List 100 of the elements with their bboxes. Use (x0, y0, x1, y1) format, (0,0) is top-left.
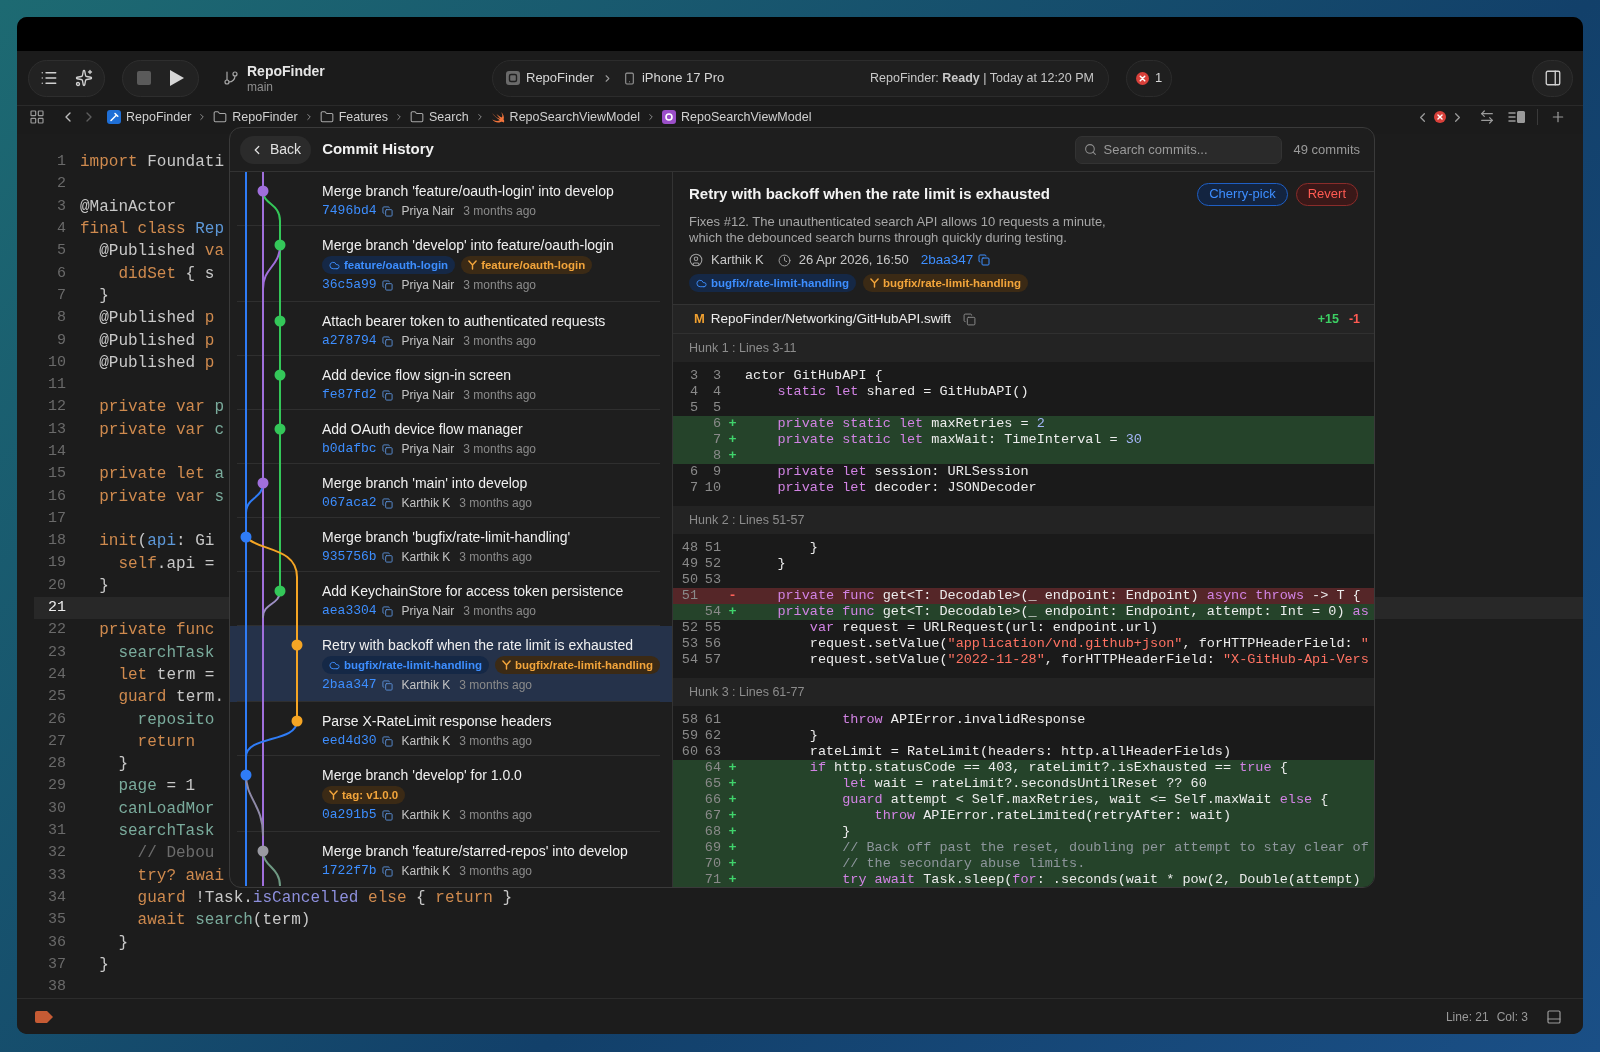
commit-hash: 2baa347 (920, 250, 974, 269)
line-number: 3 (56, 197, 66, 216)
folder-icon (319, 110, 334, 124)
line-number: 37 (47, 955, 66, 974)
search-field[interactable]: Search commits... (1074, 135, 1282, 164)
commit-hash: 935756b (322, 548, 377, 567)
breadcrumb-item[interactable]: RepoSearchViewModel (681, 109, 812, 125)
ref-name: tag: v1.0.0 (342, 788, 399, 802)
list-icon[interactable] (40, 69, 58, 87)
commit-time: 3 months ago (463, 277, 536, 294)
breadcrumb-item[interactable]: RepoFinder (126, 109, 192, 125)
commit-row[interactable]: Parse X-RateLimit response headers eed4d30 Karthik K 3 months ago (230, 702, 672, 756)
diff-sign: + (728, 808, 737, 824)
sparkle-icon[interactable] (75, 69, 93, 87)
code-line: init(api: Gi (99, 531, 215, 553)
cloud-icon (329, 659, 340, 671)
line-number: 22 (47, 621, 66, 640)
commit-row[interactable]: Merge branch 'bugfix/rate-limit-handling' 935756b Karthik K 3 months ago (230, 518, 672, 572)
commit-row[interactable]: Attach bearer token to authenticated requests a278794 Priya Nair 3 months ago (230, 302, 672, 356)
device-name[interactable]: iPhone 17 Pro (641, 68, 725, 88)
commit-row[interactable]: Add OAuth device flow manager b0dafbc Priya Nair 3 months ago (230, 410, 672, 464)
code-line: var request = URLRequest(url: endpoint.url) (809, 618, 1159, 637)
code-line: private var s (99, 486, 225, 508)
copy-icon[interactable] (962, 312, 976, 326)
commit-author: Priya Nair (401, 603, 455, 620)
line-number: 6 (56, 264, 66, 283)
swap-arrows-icon[interactable] (1479, 109, 1495, 125)
commit-hash: 0a291b5 (322, 806, 377, 825)
commit-row[interactable]: Merge branch 'develop' for 1.0.0 tag: v1.0.0 0a291b5 Karthik K 3 months ago (230, 756, 672, 832)
breadcrumb-item[interactable]: Features (338, 109, 388, 125)
code-line: } (118, 754, 128, 776)
code-line: page = 1 (118, 776, 196, 798)
commit-title: Merge branch 'bugfix/rate-limit-handling' (322, 528, 572, 546)
copy-icon[interactable] (381, 335, 393, 347)
scheme-name[interactable]: RepoFinder (526, 68, 594, 88)
commit-row[interactable]: Merge branch 'feature/starred-repos' into develop 1722f7b Karthik K 3 months ago (230, 832, 672, 886)
line-number: 26 (47, 710, 66, 729)
line-number: 5 (56, 242, 66, 261)
commit-row[interactable]: Add device flow sign-in screen fe87fd2 Priya Nair 3 months ago (230, 356, 672, 410)
line-number: 7 (56, 286, 66, 305)
folder-icon (410, 110, 424, 124)
chevron-icon (394, 112, 404, 122)
breadcrumb-item[interactable]: RepoFinder (232, 109, 298, 125)
copy-icon[interactable] (381, 735, 393, 747)
back-button[interactable]: Back (240, 135, 312, 164)
copy-icon[interactable] (381, 279, 393, 291)
commit-row[interactable]: Add KeychainStore for access token persistence aea3304 Priya Nair 3 months ago (230, 572, 672, 626)
panel-icon[interactable] (1546, 1008, 1562, 1025)
revert-button[interactable]: Revert (1295, 182, 1358, 206)
copy-icon[interactable] (381, 679, 393, 691)
breakpoint-icon[interactable] (35, 1010, 53, 1023)
copy-icon[interactable] (978, 254, 991, 266)
commit-row[interactable]: Merge branch 'feature/oauth-login' into develop 7496bd4 Priya Nair 3 months ago (230, 172, 672, 226)
breadcrumb-item[interactable]: RepoSearchViewModel (509, 109, 640, 125)
commit-title: Merge branch 'develop' for 1.0.0 (322, 766, 523, 784)
commit-time: 3 months ago (463, 603, 536, 620)
person-icon (689, 253, 703, 267)
play-icon[interactable] (170, 70, 184, 86)
commit-title: Add KeychainStore for access token persistence (322, 582, 625, 600)
line-number: 66 (704, 792, 721, 808)
commit-title: Merge branch 'main' into develop (322, 474, 529, 492)
add-icon[interactable] (1550, 109, 1566, 125)
line-number: 8 (711, 448, 721, 464)
line-number: 19 (47, 554, 66, 573)
line-number: 58 (681, 712, 698, 728)
copy-icon[interactable] (381, 497, 393, 509)
breadcrumb-item[interactable]: Search (429, 109, 469, 125)
code-line: } (809, 726, 818, 745)
commit-row[interactable]: Retry with backoff when the rate limit is exhausted bugfix/rate-limit-handling bugfix/rate-limit-handling 2baa347 Karthik K 3 months ago (230, 626, 672, 702)
copy-icon[interactable] (381, 443, 393, 455)
copy-icon[interactable] (381, 389, 393, 401)
line-number: 10 (704, 480, 721, 496)
line-number: 34 (47, 888, 66, 907)
issues-button[interactable]: 1 (1126, 59, 1172, 97)
cherry-pick-button[interactable]: Cherry-pick (1197, 182, 1288, 206)
code-line: } (99, 285, 109, 307)
grid-icon[interactable] (29, 109, 45, 125)
copy-icon[interactable] (381, 551, 393, 563)
line-number: 4 (56, 220, 66, 239)
code-line: if http.statusCode == 403, rateLimit?.isExhausted == true { (809, 758, 1288, 777)
copy-icon[interactable] (381, 205, 393, 217)
clock-icon (777, 253, 791, 267)
commit-row[interactable]: Merge branch 'develop' into feature/oauth-login feature/oauth-login feature/oauth-login 36c5a99 Priya Nair 3 months ago (230, 226, 672, 302)
line-number: 3 (711, 368, 721, 384)
copy-icon[interactable] (381, 865, 393, 877)
inspector-button[interactable] (1532, 59, 1573, 97)
code-line: @Published p (99, 330, 215, 352)
commit-hash: 1722f7b (322, 862, 377, 881)
code-line: guard !Task.isCancelled else { return } (137, 887, 513, 909)
diff-sign: - (728, 588, 737, 604)
line-number: 51 (681, 588, 698, 604)
commit-row[interactable]: Merge branch 'main' into develop 067aca2 Karthik K 3 months ago (230, 464, 672, 518)
line-number: 59 (681, 728, 698, 744)
lines-panel-icon[interactable] (1508, 110, 1526, 124)
line-number: 6 (711, 416, 721, 432)
commit-time: 3 months ago (459, 807, 532, 824)
commit-title: Merge branch 'feature/starred-repos' into develop (322, 842, 629, 860)
copy-icon[interactable] (381, 809, 393, 821)
commit-hash: fe87fd2 (322, 386, 377, 405)
copy-icon[interactable] (381, 605, 393, 617)
